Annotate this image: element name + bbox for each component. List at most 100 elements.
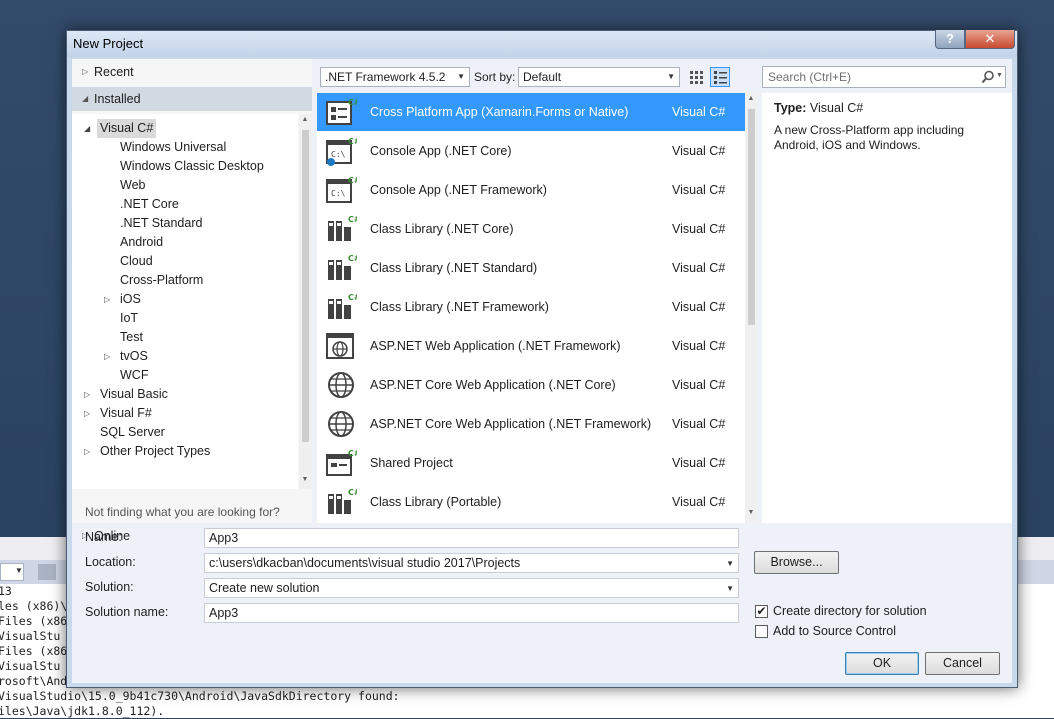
scroll-up-icon[interactable]: ▲ — [745, 95, 757, 102]
template-language: Visual C# — [672, 183, 726, 197]
list-view-button[interactable] — [710, 67, 730, 87]
svg-text:C#: C# — [348, 488, 357, 497]
template-name: Shared Project — [370, 456, 453, 470]
svg-text:C#: C# — [348, 176, 357, 185]
tree-item[interactable]: Visual Basic — [97, 385, 171, 404]
chevron-down-icon[interactable]: ▼ — [996, 72, 1003, 79]
template-item[interactable]: C:\C# Console App (.NET Framework) Visual … — [317, 171, 745, 209]
console-framework-icon: C:\C# — [325, 174, 361, 206]
solution-value: Create new solution — [209, 581, 320, 595]
template-item[interactable]: ASP.NET Core Web Application (.NET Frame… — [317, 405, 745, 443]
tree-item[interactable]: Windows Universal — [117, 138, 229, 157]
expand-triangle-icon[interactable]: ▷ — [84, 442, 90, 461]
tree-item[interactable]: Visual C# — [97, 119, 157, 138]
tree-item[interactable]: Other Project Types — [97, 442, 213, 461]
search-input[interactable]: Search (Ctrl+E) — [768, 70, 851, 84]
class-library-icon: C# — [325, 291, 361, 323]
output-toolbar-icon[interactable] — [38, 564, 56, 580]
search-box[interactable]: Search (Ctrl+E) ▼ — [762, 66, 1006, 88]
template-name: Console App (.NET Core) — [370, 144, 512, 158]
tree-item[interactable]: Android — [117, 233, 166, 252]
template-item[interactable]: ASP.NET Web Application (.NET Framework)… — [317, 327, 745, 365]
expand-triangle-icon: ▷ — [82, 67, 89, 76]
template-name: Class Library (.NET Core) — [370, 222, 514, 236]
tree-item[interactable]: tvOS — [117, 347, 151, 366]
scroll-down-icon[interactable]: ▼ — [745, 509, 757, 516]
template-scrollbar-thumb[interactable] — [748, 109, 755, 325]
template-item[interactable]: C# Shared Project Visual C# — [317, 444, 745, 482]
template-name: ASP.NET Web Application (.NET Framework) — [370, 339, 621, 353]
template-item[interactable]: C# Class Library (.NET Standard) Visual C# — [317, 249, 745, 287]
template-item[interactable]: C# Class Library (.NET Framework) Visual C… — [317, 288, 745, 326]
tree-scrollbar-thumb[interactable] — [302, 130, 309, 442]
source-control-checkbox[interactable] — [755, 625, 768, 638]
template-item[interactable]: C# Class Library (.NET Core) Visual C# — [317, 210, 745, 248]
chevron-down-icon: ▼ — [457, 72, 465, 81]
tree-item[interactable]: Cross-Platform — [117, 271, 206, 290]
solution-name-value: App3 — [209, 606, 239, 620]
framework-select[interactable]: .NET Framework 4.5.2 ▼ — [320, 67, 470, 87]
cancel-button[interactable]: Cancel — [925, 652, 1000, 675]
section-installed[interactable]: ◢ Installed — [72, 87, 312, 111]
not-finding-link[interactable]: Not finding what you are looking for? — [85, 505, 295, 519]
template-list-scrollbar[interactable]: ▲ ▼ — [745, 93, 758, 523]
create-directory-checkbox[interactable]: ✔ — [755, 605, 768, 618]
tree-item[interactable]: .NET Core — [117, 195, 182, 214]
tree-item[interactable]: Cloud — [117, 252, 156, 271]
template-item[interactable]: ASP.NET Core Web Application (.NET Core)… — [317, 366, 745, 404]
scroll-down-icon[interactable]: ▼ — [299, 476, 311, 483]
template-language: Visual C# — [672, 261, 726, 275]
tree-item[interactable]: Web — [117, 176, 148, 195]
sort-by-label: Sort by: — [474, 70, 516, 84]
svg-text:C#: C# — [348, 215, 357, 224]
name-label: Name: — [85, 530, 122, 544]
tree-item[interactable]: Windows Classic Desktop — [117, 157, 267, 176]
section-recent-label: Recent — [94, 65, 134, 79]
tree-item[interactable]: Test — [117, 328, 146, 347]
browse-button[interactable]: Browse... — [754, 551, 839, 574]
template-item[interactable]: C# Cross Platform App (Xamarin.Forms or N… — [317, 93, 745, 131]
tree-scrollbar[interactable]: ▲ ▼ — [299, 114, 312, 489]
expand-triangle-icon[interactable]: ▷ — [84, 404, 90, 423]
expand-triangle-icon[interactable]: ▷ — [104, 347, 110, 366]
collapse-triangle-icon[interactable]: ◢ — [84, 119, 90, 138]
scroll-up-icon[interactable]: ▲ — [299, 116, 311, 123]
output-line: VisualStudio\15.0_9b41c730\Android\JavaS… — [0, 689, 400, 703]
tree-item[interactable]: SQL Server — [97, 423, 168, 442]
chevron-down-icon[interactable]: ▼ — [726, 555, 734, 573]
solution-name-field[interactable]: App3 — [204, 603, 739, 623]
expand-triangle-icon[interactable]: ▷ — [84, 385, 90, 404]
expand-triangle-icon[interactable]: ▷ — [104, 290, 110, 309]
project-name-value: App3 — [209, 531, 239, 545]
section-recent[interactable]: ▷ Recent — [72, 60, 312, 84]
framework-select-value: .NET Framework 4.5.2 — [325, 70, 446, 84]
tree-item[interactable]: IoT — [117, 309, 141, 328]
help-button[interactable]: ? — [935, 30, 965, 49]
template-item[interactable]: C:\C# Console App (.NET Core) Visual C# — [317, 132, 745, 170]
project-name-field[interactable]: App3 — [204, 528, 739, 548]
template-type: Type: Visual C# — [774, 101, 863, 115]
type-label: Type: — [774, 101, 807, 115]
template-name: Console App (.NET Framework) — [370, 183, 547, 197]
tree-item[interactable]: WCF — [117, 366, 151, 385]
class-library-icon: C# — [325, 213, 361, 245]
dialog-titlebar: New Project ? ✕ — [67, 30, 1017, 57]
grid-view-button[interactable] — [686, 67, 706, 87]
category-tree: ◢ Visual C# Windows Universal Windows Class… — [72, 114, 298, 489]
location-label: Location: — [85, 555, 136, 569]
section-installed-label: Installed — [94, 92, 141, 106]
location-field[interactable]: c:\users\dkacban\documents\visual studio… — [204, 553, 739, 573]
sort-by-select[interactable]: Default ▼ — [518, 67, 680, 87]
ok-button[interactable]: OK — [845, 652, 919, 675]
svg-text:C:\: C:\ — [331, 189, 346, 198]
solution-select[interactable]: Create new solution ▼ — [204, 578, 739, 598]
close-button[interactable]: ✕ — [965, 30, 1015, 49]
tree-item[interactable]: iOS — [117, 290, 144, 309]
output-source-combo[interactable]: ▼ — [0, 563, 24, 581]
search-icon[interactable] — [981, 70, 995, 84]
template-item[interactable]: C# Class Library (Portable) Visual C# — [317, 483, 745, 521]
template-language: Visual C# — [672, 105, 726, 119]
tree-item[interactable]: .NET Standard — [117, 214, 205, 233]
solution-label: Solution: — [85, 580, 134, 594]
tree-item[interactable]: Visual F# — [97, 404, 155, 423]
